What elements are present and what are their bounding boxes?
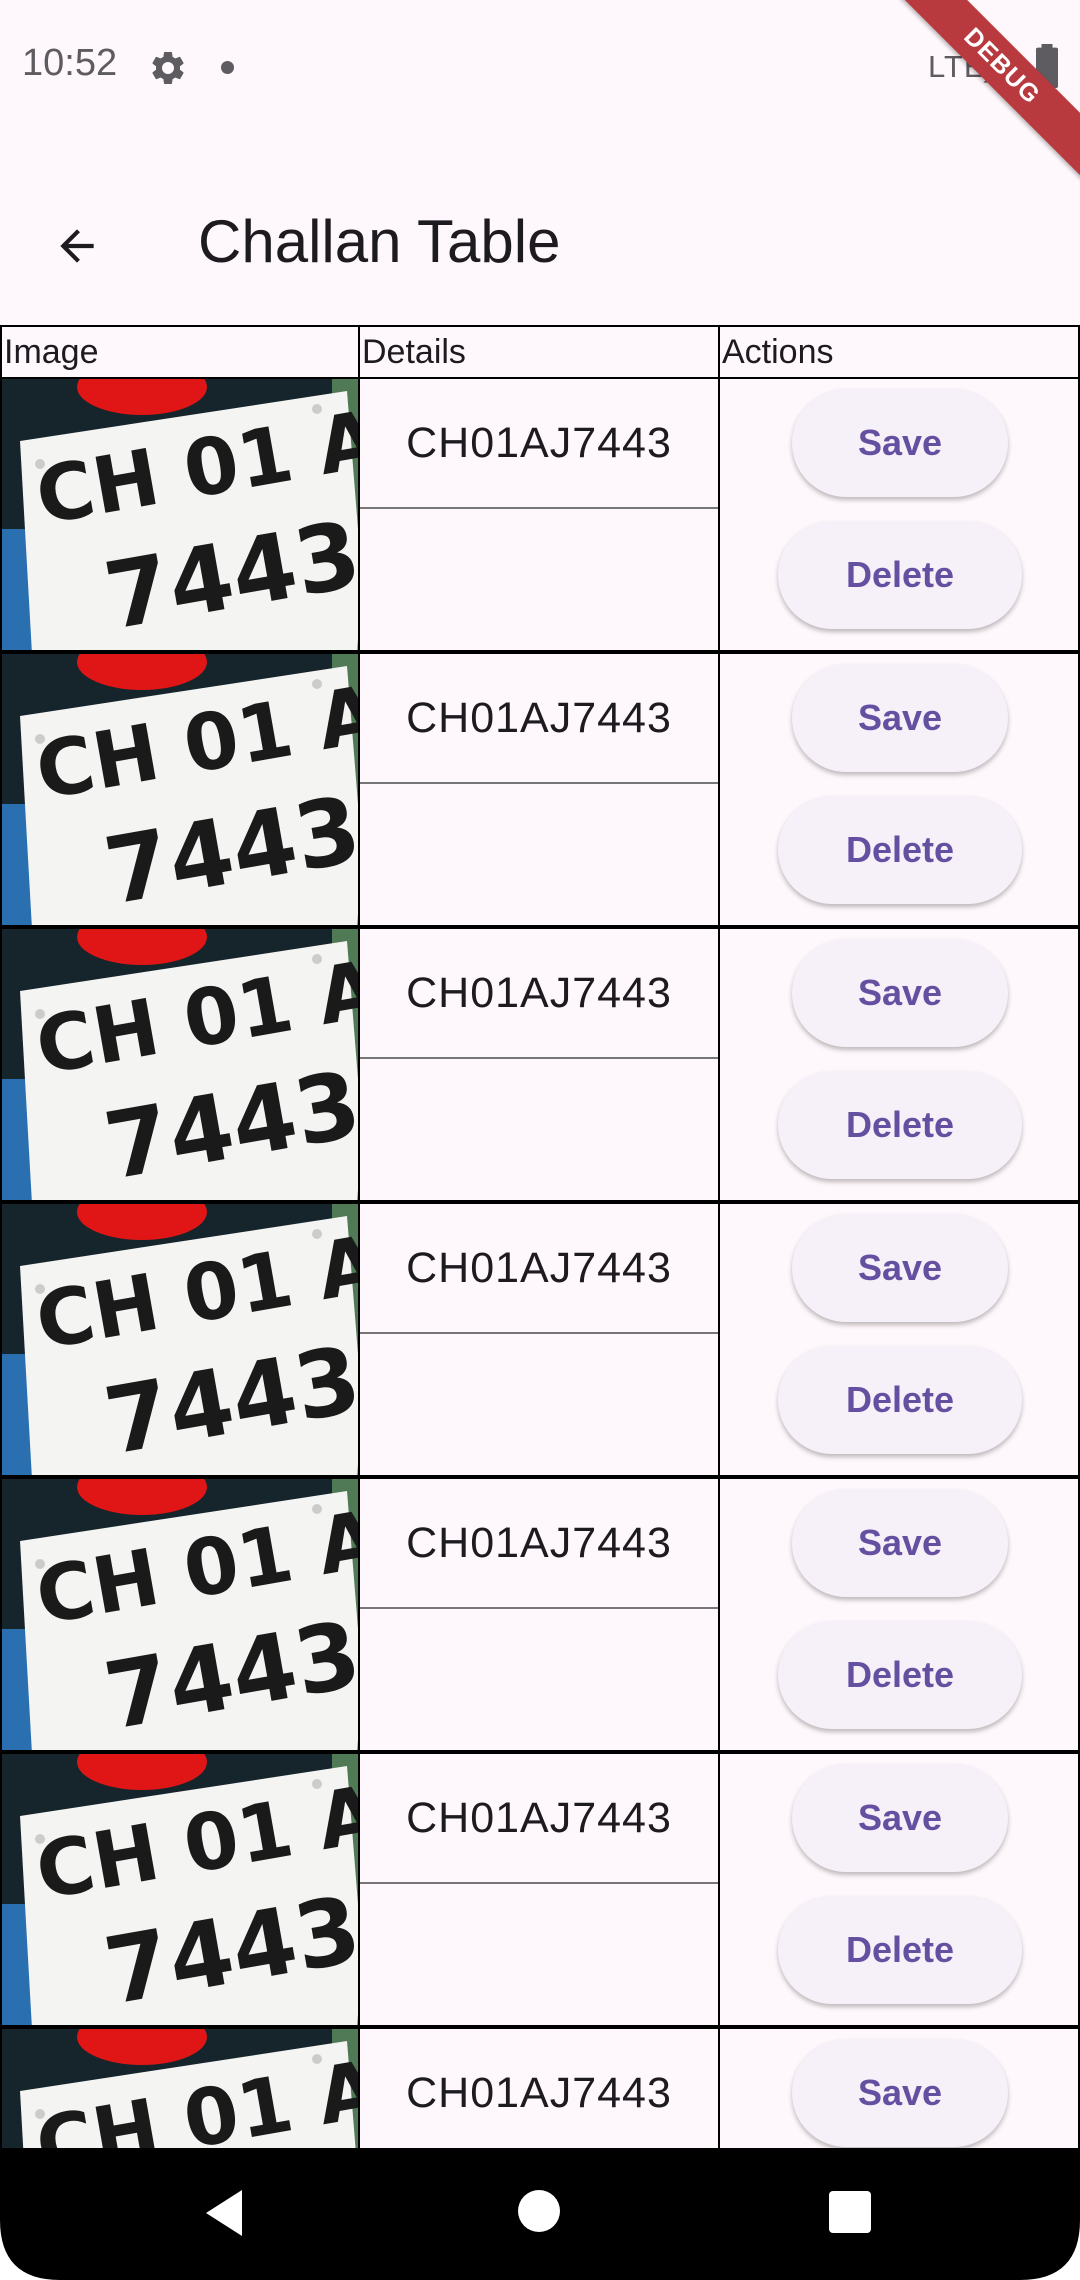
nav-back-icon[interactable] [202,2188,246,2238]
table-row: CH 01 AJ 7443 CH01AJ7443 Save Delete [0,1477,1080,1752]
save-button[interactable]: Save [792,1489,1008,1597]
save-button[interactable]: Save [792,1764,1008,1872]
details-cell: CH01AJ7443 [358,2027,720,2148]
license-plate-image: CH 01 AJ 7443 [2,1204,358,1475]
plate-number: CH01AJ7443 [360,2029,718,2148]
save-button[interactable]: Save [792,1214,1008,1322]
details-cell: CH01AJ7443 [358,1202,720,1477]
plate-image-cell: CH 01 AJ 7443 [0,927,360,1202]
save-button[interactable]: Save [792,939,1008,1047]
column-header-details: Details [358,325,720,379]
plate-number: CH01AJ7443 [360,379,718,509]
details-cell: CH01AJ7443 [358,377,720,652]
plate-image-cell: CH 01 AJ 7443 [0,1202,360,1477]
status-bar: 10:52 LTE DEBUG [0,0,1080,188]
nav-home-icon[interactable] [518,2190,560,2232]
gear-icon [152,51,184,84]
arrow-back-icon [60,229,94,263]
delete-button[interactable]: Delete [778,521,1022,629]
plate-number: CH01AJ7443 [360,1754,718,1884]
actions-cell: Save Delete [718,927,1080,1202]
nav-recents-icon[interactable] [829,2191,871,2233]
license-plate-image: CH 01 AJ 7443 [2,654,358,925]
license-plate-image: CH 01 AJ 7443 [2,2029,358,2148]
screen-corner-right [1020,2220,1080,2280]
delete-button[interactable]: Delete [778,1071,1022,1179]
license-plate-image: CH 01 AJ 7443 [2,1479,358,1750]
actions-cell: Save Delete [718,652,1080,927]
screen-corner-left [0,2220,60,2280]
table-row: CH 01 AJ 7443 CH01AJ7443 Save Delete [0,927,1080,1202]
status-time: 10:52 [22,42,118,84]
license-plate-image: CH 01 AJ 7443 [2,929,358,1200]
license-plate-image: CH 01 AJ 7443 [2,379,358,650]
save-button[interactable]: Save [792,2039,1008,2147]
details-cell: CH01AJ7443 [358,927,720,1202]
delete-button[interactable]: Delete [778,796,1022,904]
delete-button[interactable]: Delete [778,1346,1022,1454]
page-title: Challan Table [198,208,561,275]
plate-image-cell: CH 01 AJ 7443 [0,377,360,652]
table-header: Image Details Actions [0,325,1080,379]
notification-dot-icon [221,61,234,74]
details-cell: CH01AJ7443 [358,1477,720,1752]
table-row: CH 01 AJ 7443 CH01AJ7443 Save Delete [0,1202,1080,1477]
app-bar: Challan Table [0,135,1080,325]
details-cell: CH01AJ7443 [358,1752,720,2027]
details-cell: CH01AJ7443 [358,652,720,927]
delete-button[interactable]: Delete [778,1621,1022,1729]
license-plate-image: CH 01 AJ 7443 [2,1754,358,2025]
table-row: CH 01 AJ 7443 CH01AJ7443 Save Delete [0,1752,1080,2027]
actions-cell: Save Delete [718,1477,1080,1752]
table-row: CH 01 AJ 7443 CH01AJ7443 Save Delete [0,2027,1080,2148]
plate-number: CH01AJ7443 [360,929,718,1059]
table-row: CH 01 AJ 7443 CH01AJ7443 Save Delete [0,652,1080,927]
plate-image-cell: CH 01 AJ 7443 [0,2027,360,2148]
column-header-image: Image [0,325,360,379]
actions-cell: Save Delete [718,1752,1080,2027]
challan-table: Image Details Actions CH 01 AJ 7443 CH01… [0,325,1080,2148]
plate-number: CH01AJ7443 [360,1204,718,1334]
plate-image-cell: CH 01 AJ 7443 [0,1477,360,1752]
plate-number: CH01AJ7443 [360,654,718,784]
back-button[interactable] [36,205,118,287]
column-header-actions: Actions [718,325,1080,379]
save-button[interactable]: Save [792,664,1008,772]
actions-cell: Save Delete [718,1202,1080,1477]
table-row: CH 01 AJ 7443 CH01AJ7443 Save Delete [0,377,1080,652]
plate-number: CH01AJ7443 [360,1479,718,1609]
save-button[interactable]: Save [792,389,1008,497]
actions-cell: Save Delete [718,377,1080,652]
actions-cell: Save Delete [718,2027,1080,2148]
plate-image-cell: CH 01 AJ 7443 [0,1752,360,2027]
delete-button[interactable]: Delete [778,1896,1022,2004]
navigation-bar [0,2148,1080,2280]
plate-image-cell: CH 01 AJ 7443 [0,652,360,927]
